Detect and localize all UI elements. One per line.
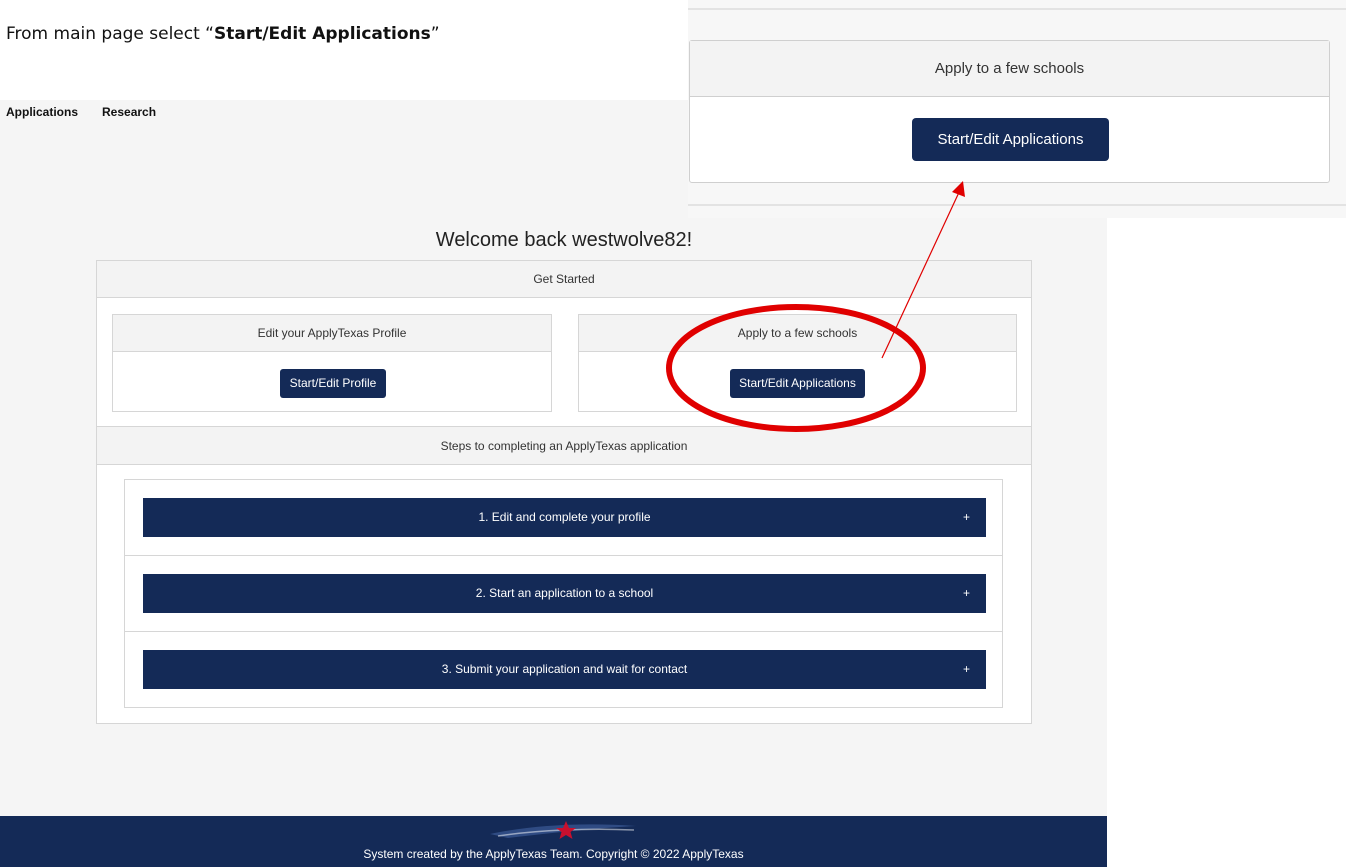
step-2-bar[interactable]: 2. Start an application to a school + [143, 574, 986, 613]
expand-plus-icon[interactable]: + [963, 574, 970, 613]
step-card-2: 2. Start an application to a school + [124, 555, 1003, 632]
step-card-1: 1. Edit and complete your profile + [124, 479, 1003, 556]
instruction-prefix: From main page select “ [6, 24, 214, 44]
expand-plus-icon[interactable]: + [963, 498, 970, 537]
step-1-bar[interactable]: 1. Edit and complete your profile + [143, 498, 986, 537]
nav-item-applications[interactable]: Applications [6, 105, 78, 119]
steps-title: Steps to completing an ApplyTexas applic… [97, 427, 1031, 465]
zoom-apply-card-title: Apply to a few schools [690, 41, 1329, 97]
footer: System created by the ApplyTexas Team. C… [0, 816, 1107, 867]
nav-item-research[interactable]: Research [102, 105, 156, 119]
welcome-heading: Welcome back westwolve82! [435, 229, 693, 251]
profile-card-title: Edit your ApplyTexas Profile [113, 315, 551, 352]
zoom-top-divider [688, 8, 1346, 10]
step-card-3: 3. Submit your application and wait for … [124, 631, 1003, 708]
step-1-label: 1. Edit and complete your profile [478, 510, 651, 524]
step-3-label: 3. Submit your application and wait for … [441, 662, 688, 676]
apply-card-title: Apply to a few schools [579, 315, 1016, 352]
expand-plus-icon[interactable]: + [963, 650, 970, 689]
footer-copyright: System created by the ApplyTexas Team. C… [363, 847, 744, 861]
zoom-bottom-divider [688, 204, 1346, 206]
zoom-start-edit-applications-button[interactable]: Start/Edit Applications [912, 118, 1109, 161]
start-edit-profile-button[interactable]: Start/Edit Profile [280, 369, 386, 398]
zoom-apply-card: Apply to a few schools Start/Edit Applic… [689, 40, 1330, 183]
step-3-bar[interactable]: 3. Submit your application and wait for … [143, 650, 986, 689]
profile-card: Edit your ApplyTexas Profile Start/Edit … [112, 314, 552, 412]
get-started-title: Get Started [97, 261, 1031, 298]
apply-card: Apply to a few schools Start/Edit Applic… [578, 314, 1017, 412]
get-started-panel: Get Started Edit your ApplyTexas Profile… [96, 260, 1032, 427]
start-edit-applications-button[interactable]: Start/Edit Applications [730, 369, 865, 398]
instruction-text: From main page select “Start/Edit Applic… [6, 24, 440, 44]
instruction-bold: Start/Edit Applications [213, 24, 431, 44]
star-swoosh-logo-icon [490, 821, 636, 839]
step-2-label: 2. Start an application to a school [475, 586, 654, 600]
instruction-suffix: ” [430, 24, 440, 44]
